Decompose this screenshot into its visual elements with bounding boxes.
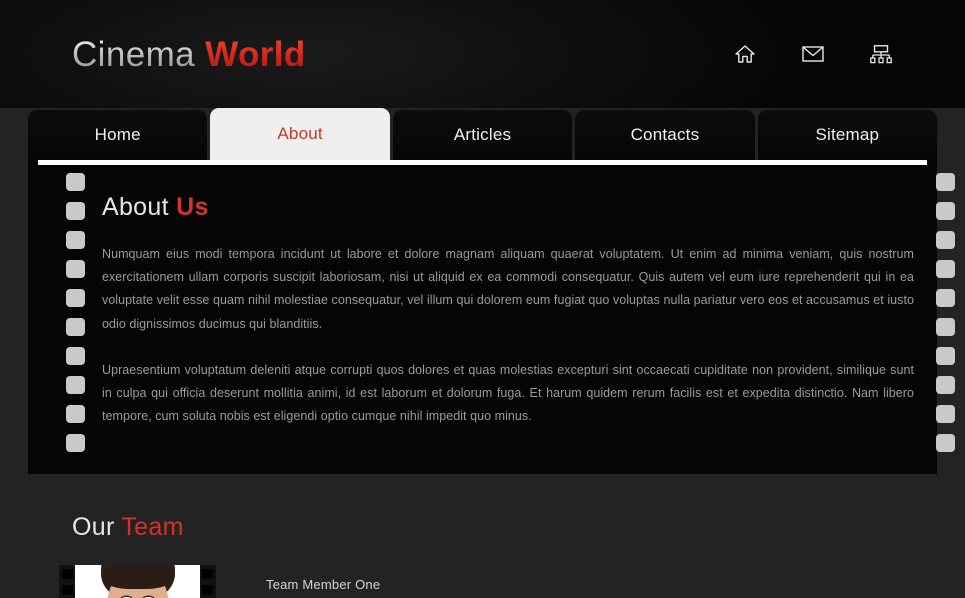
about-heading-accent: Us xyxy=(176,193,209,221)
about-paragraph-1: Numquam eius modi tempora incidunt ut la… xyxy=(102,247,914,331)
film-hole xyxy=(62,585,73,595)
film-perforation xyxy=(936,376,955,394)
team-heading: Our Team xyxy=(72,512,184,542)
nav-tab-home[interactable]: Home xyxy=(28,110,208,160)
film-perforation xyxy=(66,231,85,249)
site-logo[interactable]: Cinema World xyxy=(72,33,306,77)
film-perforation xyxy=(66,376,85,394)
film-perforation xyxy=(66,347,85,365)
film-perforation xyxy=(936,405,955,423)
film-perforation xyxy=(66,318,85,336)
film-perforation xyxy=(66,405,85,423)
film-hole xyxy=(202,569,213,579)
logo-primary-text: Cinema xyxy=(72,35,196,74)
main-navigation: Home About Articles Contacts Sitemap xyxy=(28,108,938,160)
film-holes-right xyxy=(202,569,213,598)
about-heading-primary: About xyxy=(102,193,169,221)
site-header: Cinema World xyxy=(0,0,965,108)
film-perforation xyxy=(936,347,955,365)
home-icon[interactable] xyxy=(731,40,759,68)
mail-icon[interactable] xyxy=(799,40,827,68)
film-hole xyxy=(62,569,73,579)
film-perforation xyxy=(936,202,955,220)
sitemap-icon[interactable] xyxy=(867,40,895,68)
film-perforation xyxy=(936,231,955,249)
film-perforation xyxy=(66,202,85,220)
header-icon-group xyxy=(731,40,895,68)
tab-underline-bar xyxy=(38,160,927,165)
film-perforation xyxy=(936,434,955,452)
nav-tab-articles[interactable]: Articles xyxy=(392,110,573,160)
film-perforations-right xyxy=(936,173,956,452)
film-perforation xyxy=(936,318,955,336)
nav-tab-contacts[interactable]: Contacts xyxy=(575,110,755,160)
team-member-row: Team Member One xyxy=(59,565,380,598)
film-perforation xyxy=(936,173,955,191)
film-perforation xyxy=(66,173,85,191)
about-film-panel: About Us Numquam eius modi tempora incid… xyxy=(28,160,955,474)
film-hole xyxy=(202,585,213,595)
team-heading-primary: Our xyxy=(72,513,115,541)
team-member-name: Team Member One xyxy=(266,577,381,592)
film-perforation xyxy=(66,260,85,278)
logo-accent-text: World xyxy=(205,35,306,74)
team-member-photo[interactable] xyxy=(59,565,216,598)
about-content: About Us Numquam eius modi tempora incid… xyxy=(102,192,914,428)
nav-tab-sitemap[interactable]: Sitemap xyxy=(757,110,938,160)
member-portrait xyxy=(75,565,200,598)
film-perforation xyxy=(936,260,955,278)
portrait-hair-front xyxy=(103,565,172,589)
team-heading-accent: Team xyxy=(121,513,184,541)
team-section: Our Team Team Member One xyxy=(0,474,965,598)
film-perforation xyxy=(66,434,85,452)
nav-tab-about[interactable]: About xyxy=(210,108,390,160)
about-heading: About Us xyxy=(102,192,914,222)
film-holes-left xyxy=(62,569,73,598)
film-perforation xyxy=(936,289,955,307)
about-paragraph-2: Upraesentium voluptatum deleniti atque c… xyxy=(102,362,914,424)
film-perforations-left xyxy=(66,173,86,452)
film-perforation xyxy=(66,289,85,307)
